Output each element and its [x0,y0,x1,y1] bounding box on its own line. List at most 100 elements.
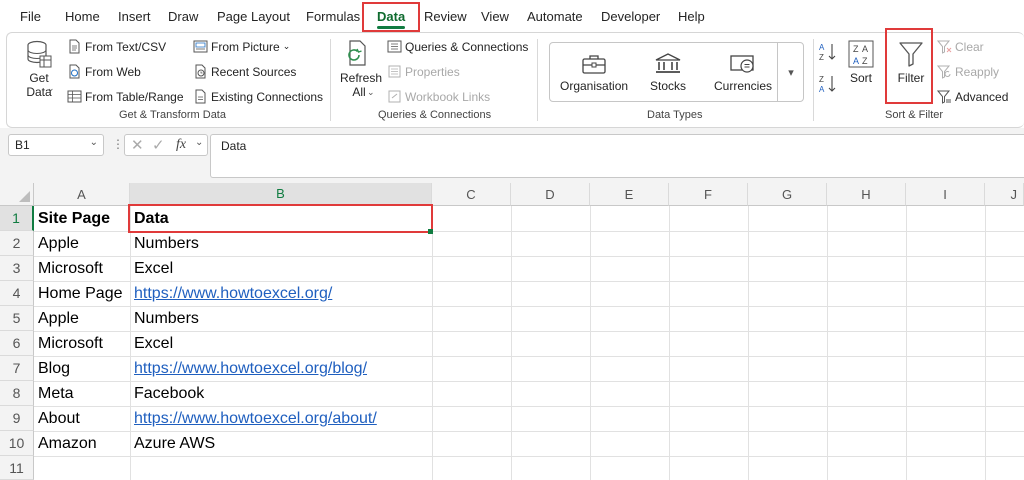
from-text-csv-button[interactable]: From Text/CSV [67,39,166,54]
cell-a9[interactable]: About [34,406,80,431]
row-header-5[interactable]: 5 [0,306,34,331]
from-picture-button[interactable]: From Picture ⌄ [193,39,290,54]
row-header-8[interactable]: 8 [0,381,34,406]
sort-za-button[interactable]: ZA [819,73,837,98]
sort-az-button[interactable]: AZ [819,41,837,66]
cell-a6[interactable]: Microsoft [34,331,103,356]
from-picture-label: From Picture [211,39,280,54]
cell-a3[interactable]: Microsoft [34,256,103,281]
tab-insert[interactable]: Insert [118,9,151,24]
row-header-3[interactable]: 3 [0,256,34,281]
insert-function-icon[interactable]: fx [176,137,186,153]
from-text-csv-label: From Text/CSV [85,39,167,54]
ribbon: Get Data ⌄ From Text/CSV From Web From T… [6,32,1024,128]
data-types-gallery: Organisation Stocks Currencies [549,42,804,102]
tab-file[interactable]: File [20,9,41,24]
from-web-button[interactable]: From Web [67,64,141,79]
row-header-10[interactable]: 10 [0,431,34,456]
formula-input[interactable]: Data [210,134,1024,178]
cell-b8[interactable]: Facebook [130,381,204,406]
existing-connections-button[interactable]: Existing Connections [193,89,323,104]
workbook-links-button[interactable]: Workbook Links [387,89,490,104]
tab-review[interactable]: Review [424,9,467,24]
database-icon [27,40,52,68]
grid-line [748,206,749,480]
column-header-c[interactable]: C [432,183,511,206]
data-type-organisation[interactable]: Organisation [560,53,628,93]
tab-home[interactable]: Home [65,9,100,24]
cell-a5[interactable]: Apple [34,306,79,331]
recent-sources-button[interactable]: Recent Sources [193,64,296,79]
column-header-d[interactable]: D [511,183,590,206]
tab-help[interactable]: Help [678,9,705,24]
formula-bar: B1 ⌄ ⋮ ✕ ✓ fx ⌄ Data [0,128,1024,183]
row-header-6[interactable]: 6 [0,331,34,356]
cell-a2[interactable]: Apple [34,231,79,256]
name-box[interactable]: B1 ⌄ [8,134,104,156]
grid-line [34,456,1024,457]
cell-a1[interactable]: Site Page [34,206,110,231]
column-header-e[interactable]: E [590,183,669,206]
grid-line [34,256,1024,257]
cell-b7-link[interactable]: https://www.howtoexcel.org/blog/ [130,356,367,381]
row-header-11[interactable]: 11 [0,456,34,480]
cell-a8[interactable]: Meta [34,381,74,406]
row-header-1[interactable]: 1 [0,206,34,231]
queries-connections-label: Queries & Connections [405,39,529,54]
column-header-i[interactable]: I [906,183,985,206]
from-table-range-button[interactable]: From Table/Range [67,89,184,104]
row-header-4[interactable]: 4 [0,281,34,306]
select-all-corner[interactable] [0,183,34,206]
queries-connections-icon [387,40,402,53]
queries-connections-button[interactable]: Queries & Connections [387,39,528,54]
reapply-label: Reapply [955,64,1000,79]
advanced-button[interactable]: Advanced [937,89,1008,104]
cell-b10[interactable]: Azure AWS [130,431,215,456]
cell-a7[interactable]: Blog [34,356,70,381]
cell-b6[interactable]: Excel [130,331,173,356]
reapply-button[interactable]: Reapply [937,64,999,79]
data-types-more-button[interactable]: ▾ [777,42,804,102]
more-options-icon[interactable]: ⋮ [112,137,124,151]
column-header-b[interactable]: B [130,183,432,206]
tab-view[interactable]: View [481,9,509,24]
column-header-f[interactable]: F [669,183,748,206]
row-header-7[interactable]: 7 [0,356,34,381]
column-header-a[interactable]: A [34,183,130,206]
clear-filter-icon [937,40,952,54]
row-header-9[interactable]: 9 [0,406,34,431]
bank-icon [655,53,681,73]
clear-button[interactable]: Clear [937,39,984,54]
tab-formulas[interactable]: Formulas [306,9,360,24]
tab-developer[interactable]: Developer [601,9,660,24]
cell-b9-link[interactable]: https://www.howtoexcel.org/about/ [130,406,377,431]
column-header-h[interactable]: H [827,183,906,206]
cell-b5[interactable]: Numbers [130,306,199,331]
tab-page-layout[interactable]: Page Layout [217,9,290,24]
select-all-triangle-icon [19,191,30,202]
column-header-j[interactable]: J [985,183,1024,206]
tab-automate[interactable]: Automate [527,9,583,24]
cell-b2[interactable]: Numbers [130,231,199,256]
tab-draw[interactable]: Draw [168,9,198,24]
cell-a4[interactable]: Home Page [34,281,123,306]
data-type-currencies[interactable]: Currencies [714,53,772,93]
cell-b3[interactable]: Excel [130,256,173,281]
sort-button[interactable]: ZAAZ Sort [845,39,877,85]
sort-filter-group-label: Sort & Filter [885,109,944,121]
enter-icon[interactable]: ✓ [152,136,165,154]
menu-bar: File Home Insert Draw Page Layout Formul… [0,0,1024,32]
fill-handle[interactable] [428,229,433,234]
properties-button[interactable]: Properties [387,64,460,79]
recent-sources-label: Recent Sources [211,64,297,79]
data-type-stocks[interactable]: Stocks [650,53,686,93]
sort-descending-icon: ZA [819,75,836,94]
table-icon [67,90,82,103]
cell-a10[interactable]: Amazon [34,431,97,456]
column-header-g[interactable]: G [748,183,827,206]
cell-b4-link[interactable]: https://www.howtoexcel.org/ [130,281,332,306]
group-separator [330,39,331,121]
row-header-2[interactable]: 2 [0,231,34,256]
sort-ascending-icon: AZ [819,43,836,62]
cancel-icon[interactable]: ✕ [131,136,144,154]
